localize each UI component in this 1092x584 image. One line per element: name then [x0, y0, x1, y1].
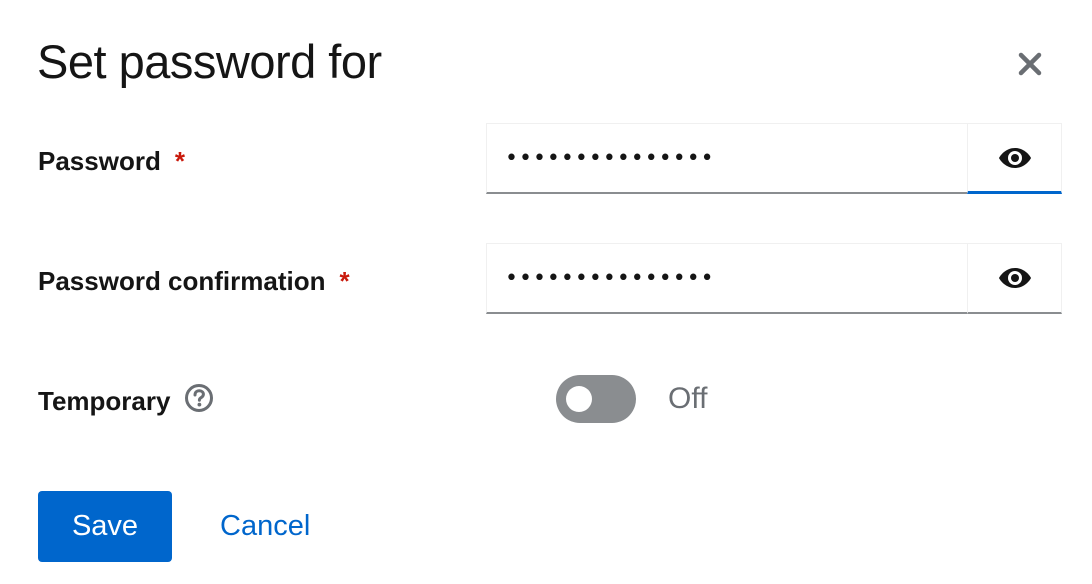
temporary-switch[interactable]: [556, 375, 636, 423]
close-button[interactable]: [1010, 46, 1050, 86]
password-confirmation-input[interactable]: •••••••••••••••: [486, 243, 967, 314]
temporary-switch-state: Off: [668, 382, 708, 415]
show-password-confirmation-button[interactable]: [967, 243, 1062, 314]
password-confirmation-label-text: Password confirmation: [38, 266, 326, 296]
temporary-label: Temporary: [38, 383, 214, 420]
temporary-label-text: Temporary: [38, 386, 171, 416]
required-marker: *: [339, 266, 350, 296]
question-circle-icon: [185, 383, 214, 412]
eye-icon: [998, 268, 1031, 288]
help-button[interactable]: [184, 383, 214, 420]
switch-knob: [566, 386, 592, 412]
save-button[interactable]: Save: [38, 491, 172, 562]
password-confirmation-input-group: •••••••••••••••: [486, 243, 1062, 314]
eye-icon: [998, 147, 1031, 168]
password-label: Password *: [38, 145, 185, 177]
close-icon: [1018, 52, 1042, 76]
show-password-button[interactable]: [967, 123, 1062, 194]
required-marker: *: [174, 146, 185, 176]
password-input[interactable]: •••••••••••••••: [486, 123, 967, 194]
cancel-button[interactable]: Cancel: [220, 491, 310, 562]
modal-title: Set password for: [37, 35, 382, 88]
set-password-modal: Set password for Password * •••••••••••••…: [0, 0, 1092, 584]
password-confirmation-label: Password confirmation *: [38, 265, 350, 297]
password-input-group: •••••••••••••••: [486, 123, 1062, 194]
password-label-text: Password: [38, 146, 161, 176]
